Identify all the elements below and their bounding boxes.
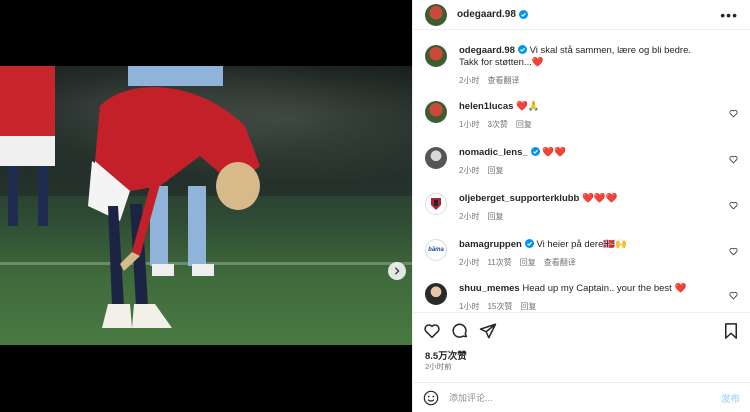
chevron-right-icon [394, 267, 400, 275]
reply-link[interactable]: 回复 [487, 165, 503, 177]
like-count[interactable]: 8.5万次赞 [425, 348, 467, 362]
commenter-avatar[interactable]: bāma [425, 239, 447, 261]
commenter-avatar[interactable] [425, 147, 447, 169]
caption-text-line2: Takk for støtten...❤️ [459, 57, 544, 68]
bookmark-icon[interactable] [722, 322, 740, 340]
commenter-username[interactable]: nomadic_lens_ [459, 147, 528, 158]
comment-composer: 发布 [413, 382, 750, 412]
comment-time: 2小时 [459, 166, 480, 175]
heart-icon[interactable] [729, 201, 738, 210]
comment-icon[interactable] [451, 322, 469, 340]
player-figures [0, 66, 260, 328]
post-comment-button[interactable]: 发布 [721, 391, 740, 405]
verified-badge-icon [530, 147, 540, 156]
comment-time: 2小时 [459, 258, 480, 267]
post-details-panel: odegaard.98 ••• odegaard.98 Vi skal stå … [412, 0, 750, 412]
commenter-username[interactable]: oljeberget_supporterklubb [459, 193, 579, 204]
caption-time: 2小时 [459, 76, 480, 85]
emoji-icon[interactable] [423, 390, 439, 406]
comment-item: nomadic_lens_ ❤️❤️ 2小时 回复 [425, 147, 738, 177]
verified-badge-icon [524, 239, 534, 248]
comment-text: Vi heier på dere🇳🇴🙌 [536, 239, 628, 250]
author-username[interactable]: odegaard.98 [457, 9, 516, 20]
comment-text: ❤️🙏 [516, 101, 540, 112]
next-image-button[interactable] [388, 262, 406, 280]
commenter-username[interactable]: helen1lucas [459, 101, 513, 112]
comment-input[interactable] [449, 392, 721, 403]
comment-time: 1小时 [459, 120, 480, 129]
verified-badge-icon [518, 10, 528, 19]
comment-text: ❤️❤️❤️ [582, 193, 618, 204]
comments-list: odegaard.98 Vi skal stå sammen, lære og … [413, 31, 750, 311]
caption-text: Vi skal stå sammen, lære og bli bedre. [529, 45, 692, 56]
post-media[interactable] [0, 0, 412, 412]
comment-item: bāma bamagruppen Vi heier på dere🇳🇴🙌 2小时… [425, 239, 738, 269]
heart-icon[interactable] [423, 322, 441, 340]
heart-icon[interactable] [729, 109, 738, 118]
see-translation-link[interactable]: 查看翻译 [487, 75, 519, 87]
comment-text: ❤️❤️ [542, 147, 566, 158]
heart-icon[interactable] [729, 155, 738, 164]
post-actions-bar [413, 312, 750, 348]
heart-icon[interactable] [729, 291, 738, 300]
comment-like-count[interactable]: 11次赞 [487, 257, 511, 269]
reply-link[interactable]: 回复 [516, 119, 532, 131]
post-header: odegaard.98 ••• [413, 0, 750, 30]
caption-row: odegaard.98 Vi skal stå sammen, lære og … [425, 45, 738, 87]
commenter-avatar[interactable] [425, 283, 447, 305]
post-timestamp: 2小时前 [425, 362, 452, 371]
commenter-username[interactable]: shuu_memes [459, 283, 520, 294]
reply-link[interactable]: 回复 [520, 301, 536, 311]
comment-text: Head up my Captain.. your the best ❤️ [522, 283, 687, 294]
comment-like-count[interactable]: 15次赞 [487, 301, 512, 311]
verified-badge-icon [517, 45, 527, 54]
see-translation-link[interactable]: 查看翻译 [544, 257, 576, 269]
caption-author[interactable]: odegaard.98 [459, 45, 515, 56]
commenter-username[interactable]: bamagruppen [459, 239, 522, 250]
club-crest-icon [431, 198, 441, 210]
commenter-avatar[interactable] [425, 193, 447, 215]
comment-item: shuu_memes Head up my Captain.. your the… [425, 283, 738, 311]
comment-time: 1小时 [459, 302, 480, 311]
author-avatar[interactable] [425, 3, 447, 26]
author-avatar[interactable] [425, 45, 447, 67]
comment-item: oljeberget_supporterklubb ❤️❤️❤️ 2小时 回复 [425, 193, 738, 223]
comment-like-count[interactable]: 3次赞 [487, 119, 507, 131]
commenter-avatar[interactable] [425, 101, 447, 123]
heart-icon[interactable] [729, 247, 738, 256]
reply-link[interactable]: 回复 [520, 257, 536, 269]
post-photo [0, 66, 412, 345]
comment-time: 2小时 [459, 212, 480, 221]
reply-link[interactable]: 回复 [487, 211, 503, 223]
comment-item: helen1lucas ❤️🙏 1小时 3次赞 回复 [425, 101, 738, 131]
more-options-icon[interactable]: ••• [720, 7, 738, 23]
share-icon[interactable] [479, 322, 497, 340]
